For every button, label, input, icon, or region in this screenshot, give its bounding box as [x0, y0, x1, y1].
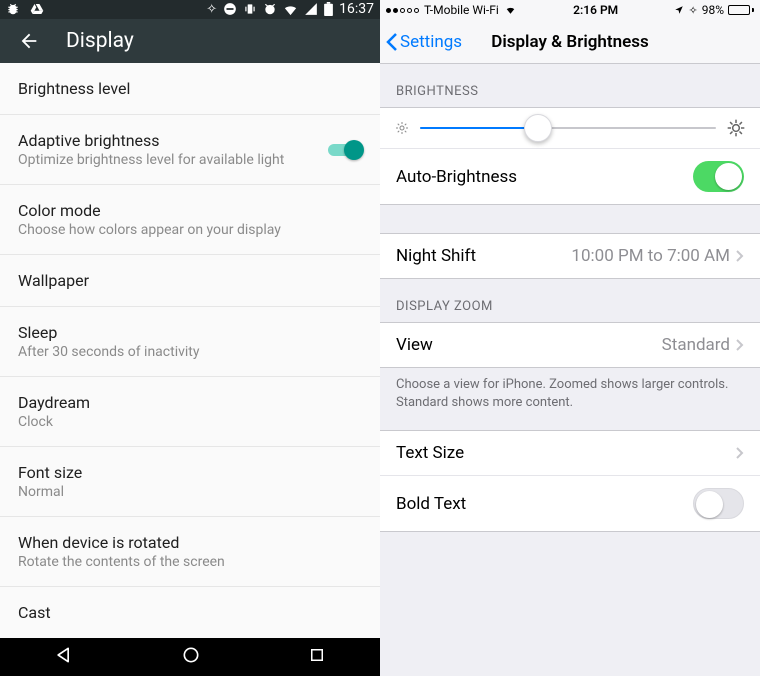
bluetooth-icon: ✧	[688, 4, 697, 17]
row-sleep[interactable]: Sleep After 30 seconds of inactivity	[0, 307, 380, 377]
drive-icon	[30, 2, 44, 16]
chevron-right-icon	[736, 339, 744, 351]
cell-value: Standard	[662, 335, 730, 355]
row-subtitle: Rotate the contents of the screen	[18, 554, 362, 570]
row-color-mode[interactable]: Color mode Choose how colors appear on y…	[0, 185, 380, 255]
auto-brightness-toggle[interactable]	[693, 161, 744, 192]
row-title: When device is rotated	[18, 533, 362, 552]
zoom-group: View Standard	[380, 322, 760, 368]
status-left-icons	[6, 2, 44, 16]
cell-bold-text[interactable]: Bold Text	[380, 476, 760, 531]
row-wallpaper[interactable]: Wallpaper	[0, 255, 380, 307]
battery-icon	[728, 5, 754, 15]
status-left: T-Mobile Wi-Fi	[386, 3, 517, 17]
back-button[interactable]: Settings	[380, 32, 462, 52]
chevron-right-icon	[736, 250, 744, 262]
row-daydream[interactable]: Daydream Clock	[0, 377, 380, 447]
row-font-size[interactable]: Font size Normal	[0, 447, 380, 517]
row-adaptive-brightness[interactable]: Adaptive brightness Optimize brightness …	[0, 115, 380, 185]
sun-large-icon	[726, 118, 746, 138]
debug-icon	[6, 2, 20, 16]
wifi-icon	[504, 5, 517, 15]
cell-view[interactable]: View Standard	[380, 323, 760, 367]
triangle-back-icon	[54, 645, 74, 665]
row-cast[interactable]: Cast	[0, 587, 380, 638]
row-title: Color mode	[18, 201, 362, 220]
section-header-zoom: DISPLAY ZOOM	[380, 279, 760, 322]
carrier-label: T-Mobile Wi-Fi	[424, 3, 499, 17]
status-time: 2:16 PM	[573, 3, 618, 17]
row-title: Daydream	[18, 393, 362, 412]
battery-pct: 98%	[702, 3, 724, 17]
cell-value: 10:00 PM to 7:00 AM	[571, 246, 730, 266]
spacer	[380, 205, 760, 233]
row-title: Font size	[18, 463, 362, 482]
row-title: Wallpaper	[18, 271, 362, 290]
row-subtitle: Optimize brightness level for available …	[18, 152, 328, 168]
row-subtitle: Clock	[18, 414, 362, 430]
android-status-bar: ✧ 16:37	[0, 0, 380, 19]
ios-header: Settings Display & Brightness	[380, 20, 760, 64]
cell-label: Bold Text	[396, 494, 466, 514]
bold-text-toggle[interactable]	[693, 488, 744, 519]
android-display-settings-screen: ✧ 16:37 Display Brightness level Adaptiv…	[0, 0, 380, 676]
row-title: Cast	[18, 603, 362, 622]
row-subtitle: Normal	[18, 484, 362, 500]
cell-label: Text Size	[396, 443, 464, 463]
circle-home-icon	[181, 645, 201, 665]
brightness-slider-row	[380, 108, 760, 149]
chevron-left-icon	[386, 32, 398, 52]
location-icon	[674, 5, 684, 15]
row-brightness-level[interactable]: Brightness level	[0, 63, 380, 115]
nav-recent-button[interactable]	[308, 646, 326, 668]
settings-list: Brightness level Adaptive brightness Opt…	[0, 63, 380, 638]
sun-small-icon	[394, 120, 410, 136]
android-header: Display	[0, 19, 380, 63]
ios-display-brightness-screen: T-Mobile Wi-Fi 2:16 PM ✧ 98% Settings Di…	[380, 0, 760, 676]
text-group: Text Size Bold Text	[380, 430, 760, 532]
row-subtitle: Choose how colors appear on your display	[18, 222, 362, 238]
zoom-footer-note: Choose a view for iPhone. Zoomed shows l…	[380, 368, 760, 420]
cell-text-size[interactable]: Text Size	[380, 431, 760, 476]
cell-auto-brightness[interactable]: Auto-Brightness	[380, 149, 760, 204]
slider-fill	[420, 127, 538, 129]
cell-night-shift[interactable]: Night Shift 10:00 PM to 7:00 AM	[380, 234, 760, 278]
row-title: Brightness level	[18, 79, 362, 98]
back-label: Settings	[400, 32, 462, 52]
cell-label: Auto-Brightness	[396, 167, 517, 187]
cell-label: Night Shift	[396, 246, 476, 266]
status-right: ✧ 98%	[674, 3, 754, 17]
battery-icon	[324, 2, 333, 16]
signal-icon	[304, 2, 318, 16]
row-title: Sleep	[18, 323, 362, 342]
cell-label: View	[396, 335, 433, 355]
android-nav-bar	[0, 638, 380, 676]
ios-status-bar: T-Mobile Wi-Fi 2:16 PM ✧ 98%	[380, 0, 760, 20]
square-recent-icon	[308, 646, 326, 664]
section-header-brightness: BRIGHTNESS	[380, 64, 760, 107]
status-time: 16:37	[339, 1, 374, 17]
chevron-right-icon	[736, 447, 744, 459]
arrow-back-icon	[18, 30, 40, 52]
back-button[interactable]	[18, 30, 40, 52]
status-right-icons: ✧ 16:37	[206, 1, 374, 17]
row-title: Adaptive brightness	[18, 131, 328, 150]
brightness-slider[interactable]	[420, 127, 716, 129]
bluetooth-icon: ✧	[206, 2, 217, 17]
nav-home-button[interactable]	[181, 645, 201, 669]
nav-back-button[interactable]	[54, 645, 74, 669]
row-rotation[interactable]: When device is rotated Rotate the conten…	[0, 517, 380, 587]
nightshift-group: Night Shift 10:00 PM to 7:00 AM	[380, 233, 760, 279]
slider-thumb[interactable]	[524, 114, 552, 142]
brightness-group: Auto-Brightness	[380, 107, 760, 205]
wifi-icon	[283, 2, 298, 17]
signal-dots-icon	[386, 8, 419, 13]
page-title: Display	[66, 29, 134, 53]
vibrate-icon	[243, 2, 257, 16]
adaptive-brightness-toggle[interactable]	[328, 140, 362, 160]
dnd-icon	[223, 2, 237, 16]
alarm-icon	[263, 2, 277, 16]
row-subtitle: After 30 seconds of inactivity	[18, 344, 362, 360]
